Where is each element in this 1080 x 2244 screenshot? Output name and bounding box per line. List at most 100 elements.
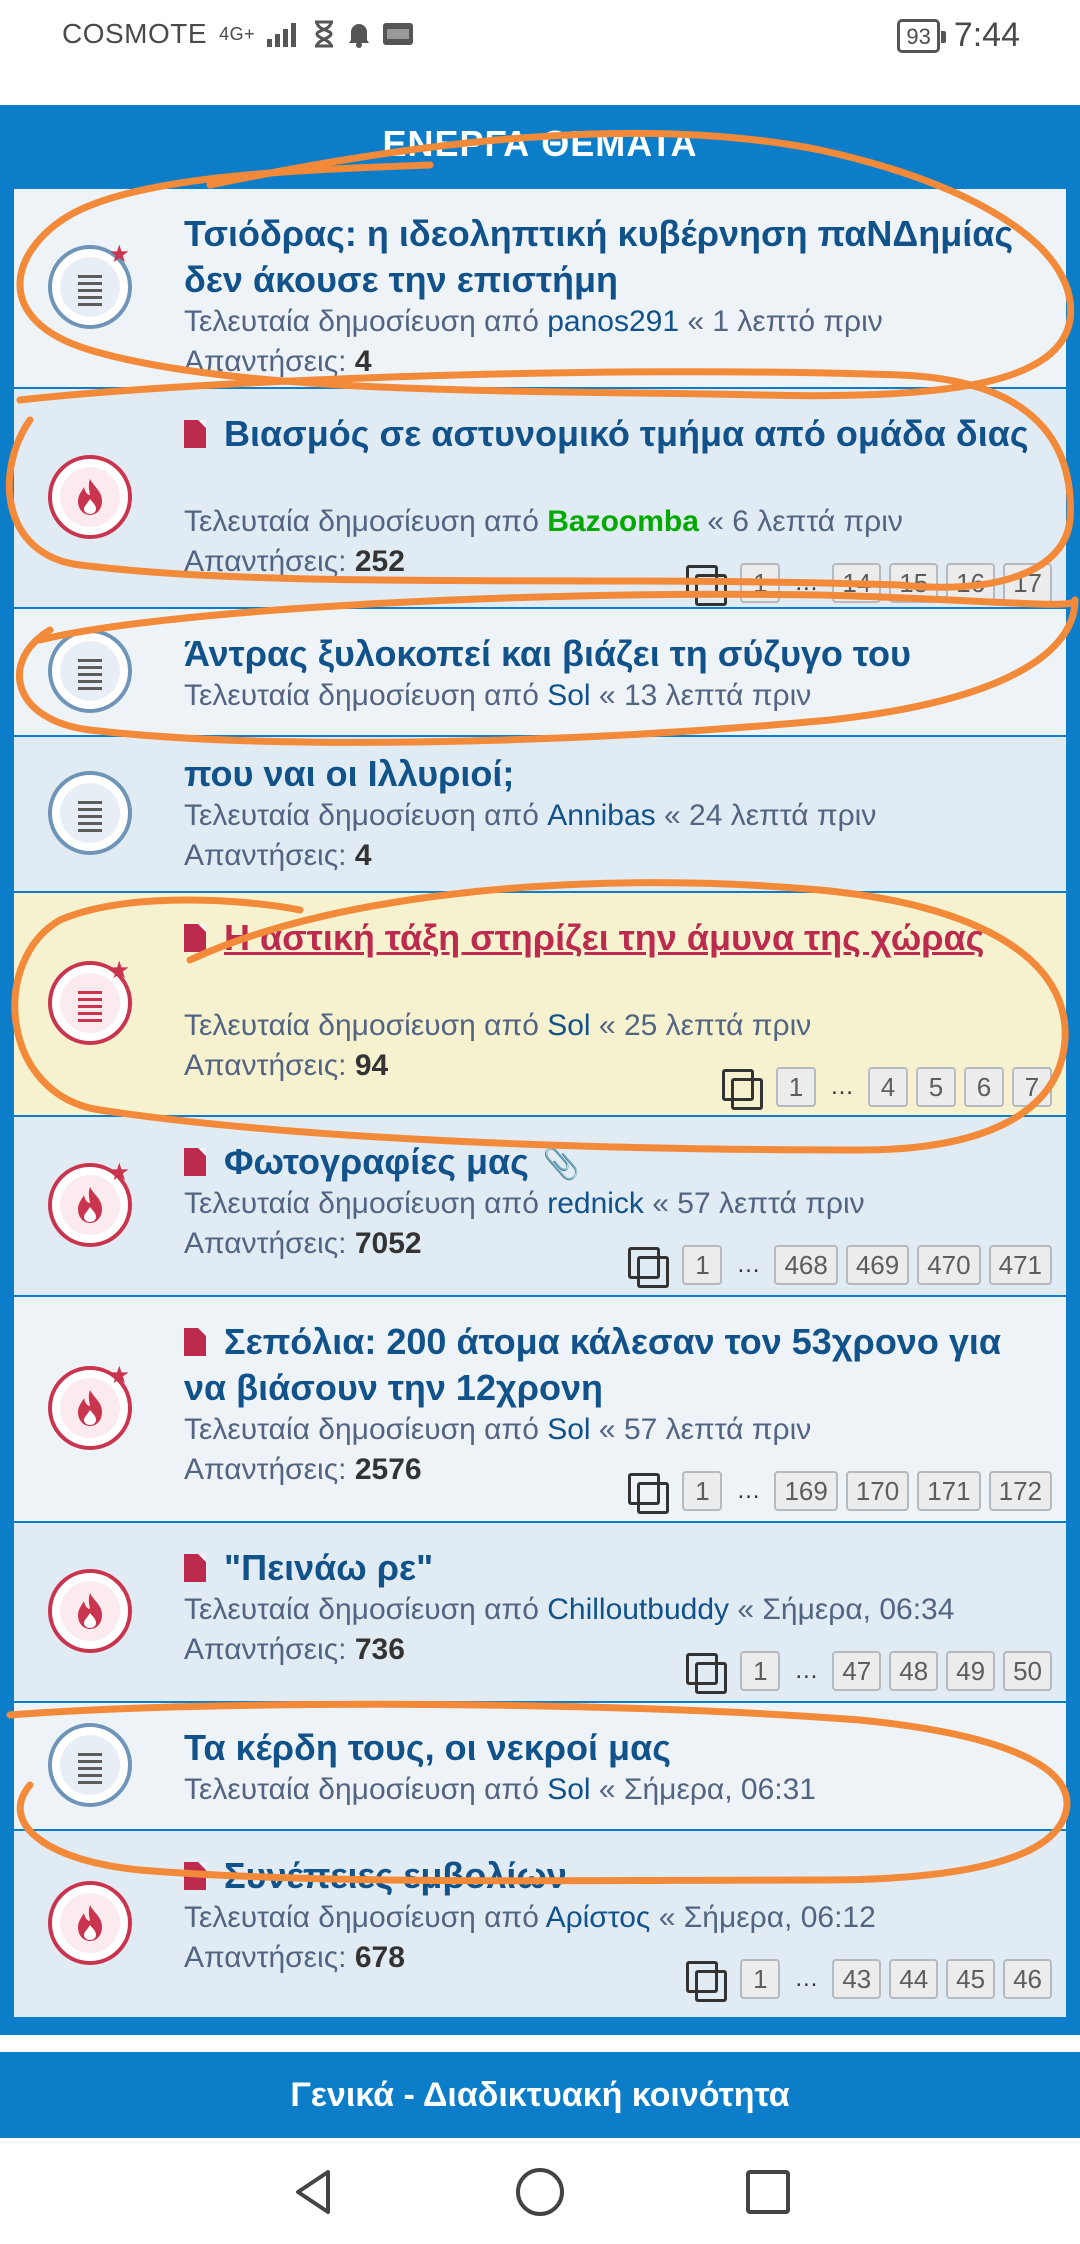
topic-pagination: 1 … 43 44 45 46 [686,1959,1052,2002]
topic-title-text[interactable]: Συνέπειες εμβολίων [224,1855,567,1896]
page-link[interactable]: 45 [946,1959,996,1999]
pages-icon [686,1653,728,1694]
topic-title[interactable]: Τα κέρδη τους, οι νεκροί μας [184,1725,1044,1771]
topic-row[interactable]: ★ Σεπόλια: 200 άτομα κάλεσαν τον 53χρονο … [14,1297,1066,1523]
last-post-user[interactable]: Chilloutbuddy [547,1593,729,1626]
last-post-info: Τελευταία δημοσίευση από Sol « 57 λεπτά … [184,1413,811,1447]
page-link[interactable]: 1 [740,563,781,603]
page-link[interactable]: 1 [776,1067,816,1107]
topic-title-text[interactable]: Βιασμός σε αστυνομικό τμήμα από ομάδα δι… [224,413,1029,454]
page-link[interactable]: 1 [740,1651,781,1691]
last-post-time[interactable]: « 13 λεπτά πριν [599,679,811,712]
last-post-time[interactable]: « 57 λεπτά πριν [599,1413,811,1446]
replies-count: Απαντήσεις: 2576 [184,1453,422,1487]
carrier-name: COSMOTE [62,18,208,49]
page-link[interactable]: 169 [774,1471,838,1511]
replies-count: Απαντήσεις: 678 [184,1941,405,1975]
back-icon[interactable] [286,2164,342,2220]
topic-title[interactable]: Βιασμός σε αστυνομικό τμήμα από ομάδα δι… [184,411,1044,457]
page-link[interactable]: 16 [946,563,996,603]
home-icon[interactable] [512,2164,568,2220]
page-link[interactable]: 1 [682,1471,723,1511]
topic-title[interactable]: Τσιόδρας: η ιδεοληπτική κυβέρνηση παΝΔημ… [184,211,1044,303]
page-link[interactable]: 471 [988,1245,1052,1285]
topic-row[interactable]: Βιασμός σε αστυνομικό τμήμα από ομάδα δι… [14,389,1066,609]
page-link[interactable]: 7 [1012,1067,1052,1107]
last-post-user[interactable]: Αρίστος [546,1901,651,1934]
topic-title[interactable]: "Πεινάω ρε" [184,1545,1044,1591]
page-link[interactable]: 6 [964,1067,1004,1107]
last-post-time[interactable]: « 57 λεπτά πριν [652,1187,864,1220]
topic-title[interactable]: Συνέπειες εμβολίων [184,1853,1044,1899]
page-link[interactable]: 470 [917,1245,981,1285]
last-post-time[interactable]: « Σήμερα, 06:31 [599,1773,816,1806]
page-link[interactable]: 49 [946,1651,996,1691]
last-post-user[interactable]: Sol [547,679,590,712]
last-post-time[interactable]: « 24 λεπτά πριν [664,799,876,832]
last-post-user[interactable]: Sol [547,1773,590,1806]
page-link[interactable]: 171 [917,1471,981,1511]
topic-row[interactable]: Συνέπειες εμβολίων Τελευταία δημοσίευση α… [14,1831,1066,2019]
hot-topic-icon [48,1569,132,1653]
page-link[interactable]: 5 [916,1067,956,1107]
page-link[interactable]: 1 [740,1959,781,1999]
topic-title[interactable]: Άντρας ξυλοκοπεί και βιάζει τη σύζυγο το… [184,631,1044,677]
topic-title-text[interactable]: Η αστική τάξη στηρίζει την άμυνα της χώρ… [224,917,984,958]
topic-row[interactable]: ★ Η αστική τάξη στηρίζει την άμυνα της χώ… [14,893,1066,1117]
last-post-time[interactable]: « 6 λεπτά πριν [707,505,903,538]
topic-title-text[interactable]: Φωτογραφίες μας [224,1141,529,1182]
topic-row[interactable]: "Πεινάω ρε" Τελευταία δημοσίευση από Chil… [14,1523,1066,1703]
topic-row[interactable]: ★ Τσιόδρας: η ιδεοληπτική κυβέρνηση παΝΔη… [14,189,1066,389]
last-post-time[interactable]: « Σήμερα, 06:34 [737,1593,954,1626]
last-post-time[interactable]: « 1 λεπτό πριν [687,305,882,338]
last-post-user[interactable]: Sol [547,1009,590,1042]
star-icon: ★ [108,1159,130,1186]
page-link[interactable]: 44 [889,1959,939,1999]
topic-title[interactable]: Φωτογραφίες μας 📎 [184,1139,1044,1188]
recent-apps-icon[interactable] [740,2164,796,2220]
last-post-time[interactable]: « 25 λεπτά πριν [599,1009,811,1042]
page-link[interactable]: 48 [889,1651,939,1691]
last-post-prefix: Τελευταία δημοσίευση από [184,1413,539,1446]
topic-title[interactable]: που ναι οι Ιλλυριοί; [184,751,1044,797]
last-post-prefix: Τελευταία δημοσίευση από [184,1593,539,1626]
topic-title[interactable]: Σεπόλια: 200 άτομα κάλεσαν τον 53χρονο γ… [184,1319,1044,1411]
last-post-user[interactable]: Sol [547,1413,590,1446]
page-link[interactable]: 17 [1003,563,1052,603]
last-post-user[interactable]: Bazoomba [547,505,699,538]
topic-title-text[interactable]: "Πεινάω ρε" [224,1547,433,1588]
last-post-info: Τελευταία δημοσίευση από Sol « Σήμερα, 0… [184,1773,816,1807]
page-link[interactable]: 46 [1003,1959,1052,1999]
last-post-user[interactable]: rednick [547,1187,644,1220]
topic-row[interactable]: Τα κέρδη τους, οι νεκροί μας Τελευταία δη… [14,1703,1066,1831]
page-link[interactable]: 172 [988,1471,1052,1511]
topic-title-text[interactable]: Τσιόδρας: η ιδεοληπτική κυβέρνηση παΝΔημ… [184,213,1013,300]
replies-value: 678 [354,1941,405,1974]
page-link[interactable]: 1 [682,1245,723,1285]
page-link[interactable]: 43 [832,1959,882,1999]
topic-row[interactable]: ★ Φωτογραφίες μας 📎 Τελευταία δημοσίευση απ… [14,1117,1066,1297]
page-link[interactable]: 47 [832,1651,882,1691]
page-link[interactable]: 469 [845,1245,910,1285]
network-type: 4G+ [219,24,256,44]
forum-category-bar[interactable]: Γενικά - Διαδικτυακή κοινότητα [0,2052,1080,2138]
replies-count: Απαντήσεις: 4 [184,839,372,873]
topic-title-text[interactable]: Σεπόλια: 200 άτομα κάλεσαν τον 53χρονο γ… [184,1321,1001,1408]
topic-row[interactable]: που ναι οι Ιλλυριοί; Τελευταία δημοσίευση… [14,737,1066,893]
page-link[interactable]: 468 [774,1245,838,1285]
replies-value: 2576 [354,1453,422,1486]
page-link[interactable]: 15 [889,563,939,603]
last-post-user[interactable]: Annibas [547,799,655,832]
page-link[interactable]: 4 [868,1067,908,1107]
topic-title-text[interactable]: Άντρας ξυλοκοπεί και βιάζει τη σύζυγο το… [184,633,911,674]
topic-pagination: 1 … 47 48 49 50 [686,1651,1052,1694]
topic-title-text[interactable]: Τα κέρδη τους, οι νεκροί μας [184,1727,671,1768]
topic-title[interactable]: Η αστική τάξη στηρίζει την άμυνα της χώρ… [184,915,1044,961]
page-link[interactable]: 170 [845,1471,910,1511]
last-post-user[interactable]: panos291 [547,305,679,338]
topic-title-text[interactable]: που ναι οι Ιλλυριοί; [184,753,514,794]
page-link[interactable]: 14 [832,563,882,603]
last-post-time[interactable]: « Σήμερα, 06:12 [659,1901,876,1934]
topic-row[interactable]: Άντρας ξυλοκοπεί και βιάζει τη σύζυγο το… [14,609,1066,737]
page-link[interactable]: 50 [1003,1651,1052,1691]
